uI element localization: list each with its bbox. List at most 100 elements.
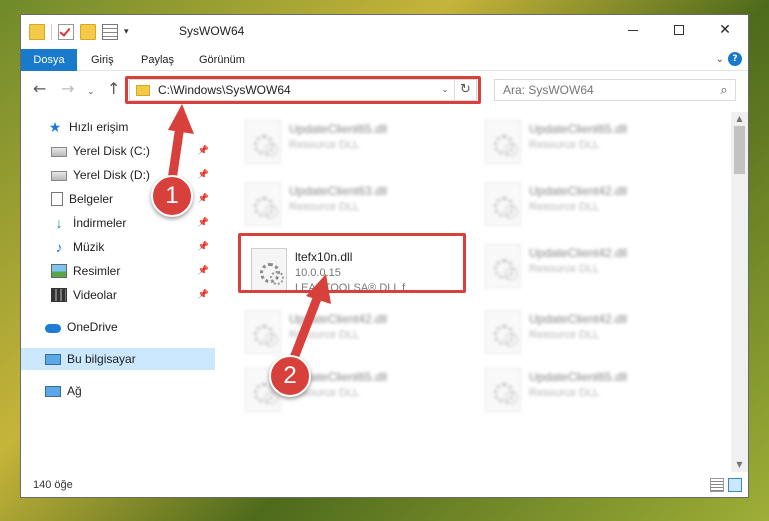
network-icon xyxy=(45,385,61,397)
file-highlight-box xyxy=(238,233,466,293)
sidebar-item-onedrive[interactable]: OneDrive xyxy=(21,316,215,338)
help-icon[interactable]: ? xyxy=(728,52,742,66)
pin-icon[interactable]: 📌 xyxy=(198,217,209,228)
file-tile[interactable]: UpdateClient63.dll Resource DLL xyxy=(241,180,465,232)
step-badge-2: 2 xyxy=(269,355,311,397)
tab-file[interactable]: Dosya xyxy=(21,49,77,71)
file-type: Resource DLL xyxy=(529,329,600,341)
file-name: UpdateClient65.dll xyxy=(529,122,628,136)
file-tile[interactable]: UpdateClient42.dll Resource DLL xyxy=(481,180,705,232)
pin-icon[interactable]: 📌 xyxy=(198,193,209,204)
properties-icon[interactable] xyxy=(102,24,118,40)
file-type: Resource DLL xyxy=(529,139,600,151)
file-type: Resource DLL xyxy=(289,329,360,341)
file-type: Resource DLL xyxy=(289,139,360,151)
download-icon: ↓ xyxy=(55,215,63,231)
new-folder-icon[interactable] xyxy=(80,24,96,40)
toolbar-separator xyxy=(51,24,52,40)
properties-check-icon[interactable] xyxy=(58,24,74,40)
search-input[interactable] xyxy=(503,83,713,97)
search-box[interactable]: ⌕ xyxy=(494,79,736,101)
pin-icon[interactable]: 📌 xyxy=(198,169,209,180)
pin-icon[interactable]: 📌 xyxy=(198,241,209,252)
window-controls: ✕ xyxy=(610,15,748,45)
customize-toolbar-chevron-icon[interactable]: ▾ xyxy=(124,27,129,37)
scrollbar-thumb[interactable] xyxy=(734,126,745,174)
navigation-pane: ★ Hızlı erişim Yerel Disk (C:) 📌 Yerel D… xyxy=(21,112,215,472)
vertical-scrollbar[interactable]: ▲ ▼ xyxy=(731,112,748,472)
search-icon[interactable]: ⌕ xyxy=(713,83,735,98)
file-tile[interactable]: UpdateClient42.dll Resource DLL xyxy=(481,242,705,294)
dll-file-icon xyxy=(245,310,281,354)
step-badge-1: 1 xyxy=(151,175,193,217)
file-tile[interactable]: UpdateClient42.dll Resource DLL xyxy=(481,308,705,360)
recent-locations-chevron-icon[interactable]: ⌄ xyxy=(87,84,95,100)
maximize-button[interactable] xyxy=(656,15,702,45)
file-type: Resource DLL xyxy=(529,201,600,213)
sidebar-item-videos[interactable]: Videolar 📌 xyxy=(21,284,215,306)
sidebar-item-label: Yerel Disk (D:) xyxy=(73,168,150,182)
sidebar-item-network[interactable]: Ağ xyxy=(21,380,215,402)
sidebar-item-local-disk-c[interactable]: Yerel Disk (C:) 📌 xyxy=(21,140,215,162)
dll-file-icon xyxy=(485,120,521,164)
sidebar-item-music[interactable]: ♪ Müzik 📌 xyxy=(21,236,215,258)
sidebar-item-quick-access[interactable]: ★ Hızlı erişim xyxy=(21,116,215,138)
scroll-down-icon[interactable]: ▼ xyxy=(731,458,748,472)
up-arrow-icon[interactable]: ↑ xyxy=(107,81,120,97)
sidebar-item-label: Belgeler xyxy=(69,192,114,206)
file-name: UpdateClient42.dll xyxy=(529,184,628,198)
file-name: UpdateClient65.dll xyxy=(289,122,388,136)
document-icon xyxy=(51,192,63,206)
pin-icon[interactable]: 📌 xyxy=(198,265,209,276)
dll-file-icon xyxy=(485,368,521,412)
computer-icon xyxy=(45,353,61,365)
tab-view[interactable]: Görünüm xyxy=(199,49,245,71)
music-icon: ♪ xyxy=(55,239,63,255)
tiles-view-icon[interactable] xyxy=(728,478,742,492)
maximize-icon xyxy=(674,25,684,35)
file-name: UpdateClient42.dll xyxy=(529,312,628,326)
file-name: UpdateClient65.dll xyxy=(529,370,628,384)
sidebar-item-label: İndirmeler xyxy=(73,216,127,230)
file-tile[interactable]: UpdateClient65.dll Resource DLL xyxy=(481,366,705,418)
file-name: UpdateClient42.dll xyxy=(289,312,388,326)
dll-file-icon xyxy=(485,182,521,226)
star-icon: ★ xyxy=(48,119,62,135)
folder-icon xyxy=(29,24,45,40)
tab-home[interactable]: Giriş xyxy=(91,49,114,71)
file-type: Resource DLL xyxy=(529,387,600,399)
ribbon-tabs: Dosya Giriş Paylaş Görünüm ⌄ ? xyxy=(21,49,748,71)
view-switcher xyxy=(710,478,742,492)
file-tile[interactable]: UpdateClient65.dll Resource DLL xyxy=(481,118,705,170)
sidebar-item-label: Yerel Disk (C:) xyxy=(73,144,150,158)
sidebar-item-downloads[interactable]: ↓ İndirmeler 📌 xyxy=(21,212,215,234)
item-count: 140 öğe xyxy=(33,479,73,491)
window-title: SysWOW64 xyxy=(179,24,245,38)
file-type: Resource DLL xyxy=(529,263,600,275)
dll-file-icon xyxy=(245,182,281,226)
dll-file-icon xyxy=(245,120,281,164)
disk-icon xyxy=(51,171,67,181)
back-arrow-icon[interactable]: ← xyxy=(33,81,46,97)
file-tile[interactable]: UpdateClient65.dll Resource DLL xyxy=(241,118,465,170)
pin-icon[interactable]: 📌 xyxy=(198,289,209,300)
status-bar: 140 öğe xyxy=(21,473,748,497)
pictures-icon xyxy=(51,264,67,278)
sidebar-item-pictures[interactable]: Resimler 📌 xyxy=(21,260,215,282)
dll-file-icon xyxy=(485,310,521,354)
sidebar-item-this-pc[interactable]: Bu bilgisayar xyxy=(21,348,215,370)
sidebar-item-label: Müzik xyxy=(73,240,105,254)
scroll-up-icon[interactable]: ▲ xyxy=(731,112,748,126)
close-button[interactable]: ✕ xyxy=(702,15,748,45)
tab-share[interactable]: Paylaş xyxy=(141,49,174,71)
expand-ribbon-chevron-icon[interactable]: ⌄ xyxy=(716,54,724,65)
forward-arrow-icon[interactable]: → xyxy=(61,81,74,97)
quick-access-toolbar: ▾ xyxy=(29,24,129,40)
file-tile[interactable]: UpdateClient42.dll Resource DLL xyxy=(241,308,465,360)
pin-icon[interactable]: 📌 xyxy=(198,145,209,156)
close-icon: ✕ xyxy=(719,22,731,38)
details-view-icon[interactable] xyxy=(710,478,724,492)
sidebar-item-label: Videolar xyxy=(73,288,117,302)
sidebar-item-label: Bu bilgisayar xyxy=(67,352,136,366)
minimize-button[interactable] xyxy=(610,15,656,45)
